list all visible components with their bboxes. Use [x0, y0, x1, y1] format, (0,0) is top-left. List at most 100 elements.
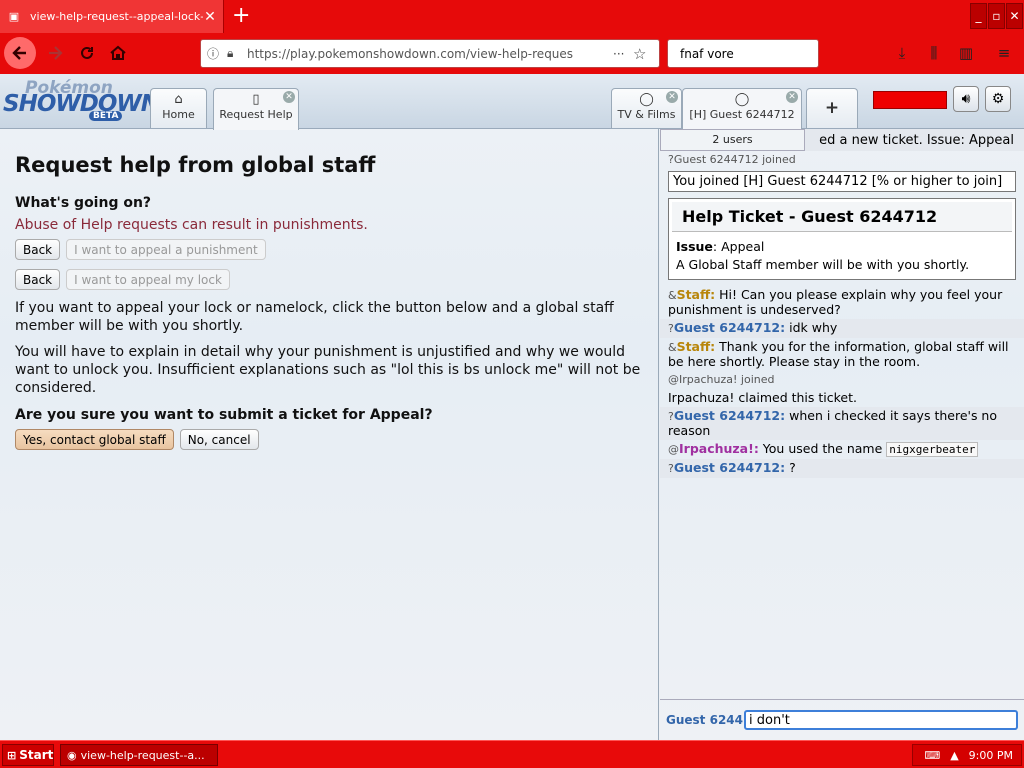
bookmark-star-icon[interactable]: ☆ — [633, 45, 649, 63]
username-button[interactable] — [873, 91, 947, 109]
clock[interactable]: 9:00 PM — [969, 749, 1013, 762]
taskbar-window-button[interactable]: ◉ view-help-request--a... — [60, 744, 218, 766]
windows-logo-icon: ⊞ — [7, 748, 17, 762]
window-close-button[interactable]: ✕ — [1006, 3, 1023, 29]
abuse-warning: Abuse of Help requests can result in pun… — [15, 217, 368, 233]
firefox-icon: ◉ — [67, 748, 77, 762]
message-text: ? — [785, 460, 796, 475]
search-bar[interactable] — [667, 39, 830, 68]
maximize-button[interactable]: ▫ — [988, 3, 1005, 29]
close-tab-icon[interactable]: ✕ — [786, 91, 798, 103]
browser-tab[interactable]: ▣ view-help-request--appeal-lock-o ✕ — [0, 0, 224, 33]
request-help-pane: Request help from global staff What's go… — [0, 129, 659, 740]
chat-message: ?Guest 6244712: ? — [660, 459, 1024, 478]
chat-message: &Staff: Thank you for the information, g… — [660, 338, 1024, 371]
username[interactable]: Irpachuza!: — [679, 441, 759, 456]
chat-log[interactable]: ed a new ticket. Issue: Appeal ?Guest 62… — [660, 129, 1024, 699]
chat-message: ?Guest 6244712: idk why — [660, 319, 1024, 338]
chat-message: &Staff: Hi! Can you please explain why y… — [660, 286, 1024, 319]
username[interactable]: Staff: — [677, 339, 716, 354]
message-text: You used the name — [758, 441, 887, 456]
taskbar-window-label: view-help-request--a... — [80, 748, 205, 762]
info-icon[interactable]: ⓘ — [207, 45, 223, 62]
username[interactable]: Guest 6244712: — [674, 460, 785, 475]
forward-arrow-icon — [49, 46, 63, 60]
chat-message: ?Guest 6244712: when i checked it says t… — [660, 407, 1024, 440]
chat-message: @Irpachuza!: You used the name nigxgerbe… — [660, 440, 1024, 459]
page-title: Request help from global staff — [15, 153, 376, 177]
browser-navbar: ⓘ 🔒︎ ··· ☆ ⤓ ⫼ ▥ ≡ — [0, 33, 1024, 74]
downloads-icon[interactable]: ⤓ — [890, 41, 914, 65]
confirm-heading: Are you sure you want to submit a ticket… — [15, 407, 433, 423]
back-button[interactable]: Back — [15, 239, 61, 260]
reload-button[interactable] — [72, 39, 102, 67]
username[interactable]: Guest 6244712: — [674, 408, 785, 423]
issue-value: : Appeal — [712, 239, 765, 254]
tab-help-ticket-room[interactable]: ✕ ◯ [H] Guest 6244712 — [682, 88, 802, 130]
reload-icon — [81, 46, 93, 59]
message-text: Hi! Can you please explain why you feel … — [668, 287, 1003, 317]
showdown-header: Pokémon SHOWDOWN BETA ⌂ Home ✕ ▯ Request… — [0, 74, 1024, 130]
tab-request-help[interactable]: ✕ ▯ Request Help — [213, 88, 299, 130]
showdown-logo[interactable]: Pokémon SHOWDOWN BETA — [3, 78, 160, 123]
network-icon[interactable]: ▲ — [950, 749, 958, 762]
join-notice: ?Guest 6244712 joined — [668, 153, 796, 166]
claim-notice: Irpachuza! claimed this ticket. — [668, 390, 857, 405]
back-button[interactable]: Back — [15, 269, 61, 290]
home-icon — [110, 45, 126, 60]
username[interactable]: Guest 6244712: — [674, 320, 785, 335]
issue-label: Issue — [676, 239, 713, 254]
lock-icon[interactable]: 🔒︎ — [227, 46, 243, 61]
confirm-row: Yes, contact global staff No, cancel — [15, 429, 643, 450]
close-tab-icon[interactable]: ✕ — [283, 91, 295, 103]
cancel-button[interactable]: No, cancel — [179, 429, 259, 450]
username[interactable]: Staff: — [677, 287, 716, 302]
chat-input[interactable] — [744, 710, 1018, 730]
browser-tab-strip: ▣ view-help-request--appeal-lock-o ✕ + _… — [0, 0, 1024, 33]
minimize-button[interactable]: _ — [970, 3, 987, 29]
join-notice: @Irpachuza! joined — [668, 373, 775, 386]
home-button[interactable] — [103, 39, 133, 67]
chat-room-pane: 2 users ed a new ticket. Issue: Appeal ?… — [660, 129, 1024, 740]
step-row: Back I want to appeal my lock — [15, 269, 643, 290]
start-label: Start — [19, 748, 54, 762]
tab-home[interactable]: ⌂ Home — [150, 88, 207, 128]
message-text: Thank you for the information, global st… — [668, 339, 1009, 369]
tab-tv-films[interactable]: ✕ ◯ TV & Films — [611, 88, 682, 128]
sound-icon[interactable]: 🔊︎ — [953, 86, 979, 112]
contact-staff-button[interactable]: Yes, contact global staff — [15, 429, 174, 450]
page-actions-icon[interactable]: ··· — [613, 47, 629, 61]
user-count-button[interactable]: 2 users — [660, 129, 805, 151]
appeal-punishment-button[interactable]: I want to appeal a punishment — [66, 239, 266, 260]
library-icon[interactable]: ⫼ — [922, 41, 946, 65]
start-button[interactable]: ⊞ Start — [2, 744, 54, 766]
back-button[interactable] — [4, 37, 36, 69]
new-tab-button[interactable]: + — [232, 4, 250, 28]
chat-composer: Guest 6244 — [660, 699, 1024, 740]
user-rank: & — [668, 341, 677, 354]
ticket-note: A Global Staff member will be with you s… — [676, 257, 970, 272]
new-room-button[interactable]: + — [806, 88, 858, 128]
appeal-instructions: If you want to appeal your lock or namel… — [15, 300, 614, 334]
composer-username[interactable]: Guest 6244 — [666, 713, 744, 727]
chat-bubble-icon: ◯ — [734, 92, 750, 107]
close-tab-icon[interactable]: ✕ — [666, 91, 678, 103]
step-row: Back I want to appeal a punishment — [15, 239, 643, 260]
forward-button[interactable] — [40, 39, 70, 67]
keyboard-icon[interactable]: ⌨ — [924, 749, 940, 762]
sidebar-icon[interactable]: ▥ — [954, 41, 978, 65]
close-tab-icon[interactable]: ✕ — [203, 9, 217, 25]
ticket-title: Help Ticket - Guest 6244712 — [672, 202, 1012, 232]
search-input[interactable] — [680, 46, 830, 61]
home-icon: ⌂ — [174, 92, 183, 107]
url-bar[interactable]: ⓘ 🔒︎ ··· ☆ — [200, 39, 660, 68]
code-snippet: nigxgerbeater — [886, 442, 979, 457]
help-ticket-box: Help Ticket - Guest 6244712 Issue: Appea… — [668, 198, 1016, 280]
page-favicon-icon: ▣ — [8, 10, 20, 23]
system-tray: ⌨ ▲ 9:00 PM — [912, 744, 1022, 766]
appeal-lock-button[interactable]: I want to appeal my lock — [66, 269, 230, 290]
browser-tab-title: view-help-request--appeal-lock-o — [30, 10, 203, 23]
menu-icon[interactable]: ≡ — [992, 41, 1016, 65]
settings-gear-icon[interactable]: ⚙ — [985, 86, 1011, 112]
url-input[interactable] — [247, 46, 613, 61]
